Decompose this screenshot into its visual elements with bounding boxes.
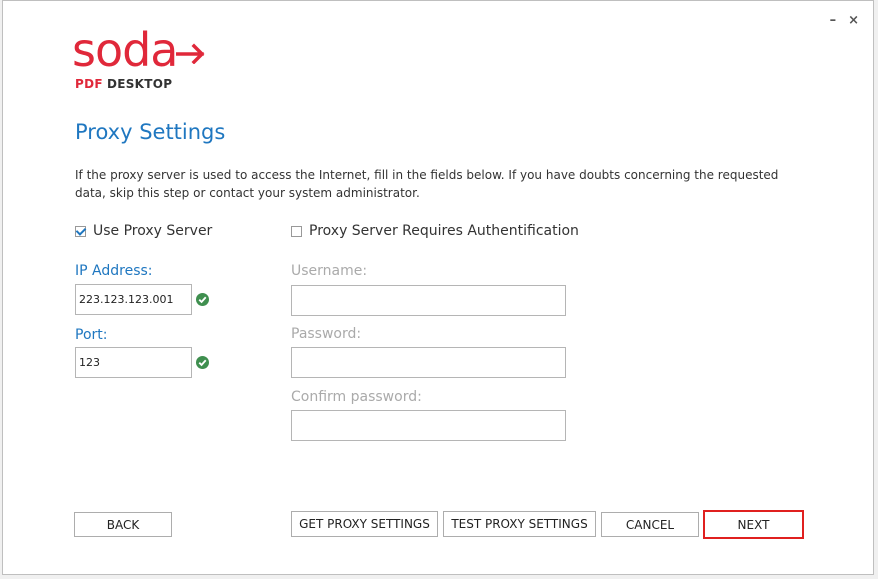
minimize-button[interactable]: – [830,13,837,28]
use-proxy-checkbox-row[interactable]: Use Proxy Server [75,223,212,239]
logo-arrow-icon [175,43,204,64]
logo-wordmark: soda [72,23,178,77]
port-label: Port: [75,327,108,343]
username-label: Username: [291,263,368,279]
page-title: Proxy Settings [75,120,226,144]
port-input[interactable]: 123 [75,347,192,378]
logo-desktop-text: DESKTOP [106,77,173,91]
ip-address-label: IP Address: [75,263,153,279]
ip-address-input[interactable]: 223.123.123.001 [75,284,192,315]
next-button[interactable]: NEXT [703,510,804,539]
back-button[interactable]: BACK [74,512,172,537]
close-button[interactable]: × [848,13,859,28]
auth-label: Proxy Server Requires Authentification [309,223,579,239]
cancel-button[interactable]: CANCEL [601,512,699,537]
test-proxy-settings-button[interactable]: TEST PROXY SETTINGS [443,511,596,537]
auth-checkbox-row[interactable]: Proxy Server Requires Authentification [291,223,579,239]
username-input[interactable] [291,285,566,316]
page-description: If the proxy server is used to access th… [75,168,779,200]
soda-pdf-logo: soda PDF DESKTOP [72,23,206,91]
installer-window: – × soda PDF DESKTOP Proxy Settings If t… [2,0,874,575]
window-controls: – × [830,13,859,28]
use-proxy-checkbox[interactable] [75,225,86,237]
password-input[interactable] [291,347,566,378]
confirm-password-input[interactable] [291,410,566,441]
password-label: Password: [291,326,362,342]
ip-valid-check-icon [196,293,209,306]
confirm-password-label: Confirm password: [291,389,422,405]
port-valid-check-icon [196,356,209,369]
auth-checkbox[interactable] [291,225,302,237]
get-proxy-settings-button[interactable]: GET PROXY SETTINGS [291,511,438,537]
logo-pdf-text: PDF [75,77,103,91]
use-proxy-label: Use Proxy Server [93,223,213,239]
